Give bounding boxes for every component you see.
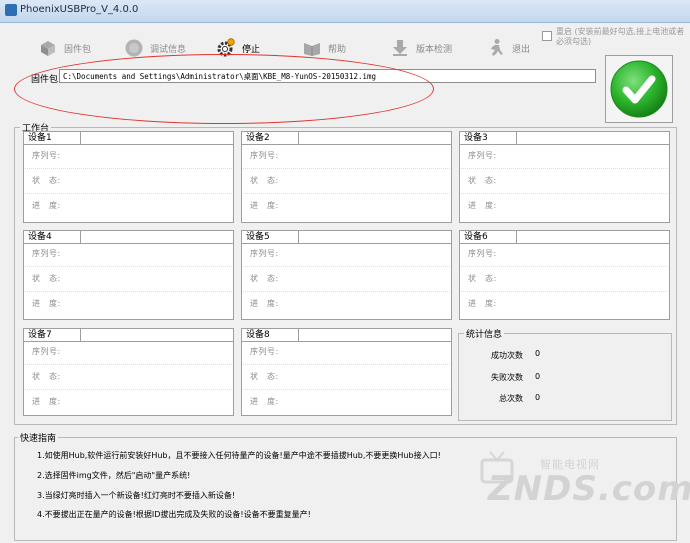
guide-line-1: 1.如使用Hub,软件运行前安装好Hub，且不要接入任何待量产的设备!量产中途不…	[37, 451, 441, 460]
guide-line-3: 3.当绿灯亮时插入一个新设备!红灯亮时不要插入新设备!	[37, 491, 236, 500]
title-bar: PhoenixUSBPro_V_4.0.0	[0, 0, 690, 23]
guide-line-2: 2.选择固件img文件，然后"启动"量产系统!	[37, 471, 191, 480]
success-count-value: 0	[535, 349, 541, 358]
firmware-package-icon	[41, 41, 55, 56]
toolbar-label: 退出	[512, 44, 531, 55]
progress-label: 进 度:	[32, 299, 61, 308]
status-label: 状 态:	[468, 274, 497, 283]
device-panel-3: 设备3 序列号: 状 态: 进 度:	[459, 131, 670, 223]
serial-label: 序列号:	[32, 151, 61, 160]
progress-label: 进 度:	[250, 397, 279, 406]
device-panel-1: 设备1 序列号: 状 态: 进 度:	[23, 131, 234, 223]
toolbar-label: 停止	[242, 44, 261, 55]
toolbar-label: 固件包	[64, 44, 92, 55]
status-label: 状 态:	[250, 274, 279, 283]
start-button[interactable]	[605, 55, 673, 123]
toolbar-version-button[interactable]: 版本检测	[390, 36, 452, 60]
progress-label: 进 度:	[468, 201, 497, 210]
progress-label: 进 度:	[32, 397, 61, 406]
success-count-label: 成功次数	[491, 351, 523, 360]
device-name: 设备3	[460, 132, 517, 144]
device-name: 设备2	[242, 132, 299, 144]
status-label: 状 态:	[250, 372, 279, 381]
quick-guide-title: 快速指南	[18, 431, 59, 444]
main-window: 固件包 调试信息 停止 帮助 版本检测 退出 重启 (安装前最好勾选,接上电池或…	[0, 23, 690, 543]
device-name: 设备5	[242, 231, 299, 243]
progress-label: 进 度:	[32, 201, 61, 210]
debug-info-icon	[125, 39, 143, 57]
toolbar-label: 版本检测	[416, 44, 453, 55]
device-panel-7: 设备7 序列号: 状 态: 进 度:	[23, 328, 234, 416]
toolbar-label: 调试信息	[150, 44, 187, 55]
highlight-ellipse	[14, 54, 434, 124]
toolbar-firmware-button[interactable]: 固件包	[38, 36, 91, 60]
device-panel-8: 设备8 序列号: 状 态: 进 度:	[241, 328, 452, 416]
serial-label: 序列号:	[468, 249, 497, 258]
device-name: 设备6	[460, 231, 517, 243]
statistics-title: 统计信息	[464, 327, 505, 340]
device-panel-5: 设备5 序列号: 状 态: 进 度:	[241, 230, 452, 320]
version-check-icon	[393, 40, 407, 56]
status-label: 状 态:	[468, 176, 497, 185]
device-name: 设备4	[24, 231, 81, 243]
fail-count-label: 失败次数	[491, 373, 523, 382]
serial-label: 序列号:	[250, 249, 279, 258]
device-panel-6: 设备6 序列号: 状 态: 进 度:	[459, 230, 670, 320]
progress-label: 进 度:	[468, 299, 497, 308]
reboot-checkbox-label: 重启 (安装前最好勾选,接上电池或者必须勾选)	[556, 27, 685, 46]
device-panel-4: 设备4 序列号: 状 态: 进 度:	[23, 230, 234, 320]
serial-label: 序列号:	[250, 347, 279, 356]
help-book-icon	[304, 43, 320, 56]
toolbar-label: 帮助	[328, 44, 347, 55]
progress-label: 进 度:	[250, 201, 279, 210]
device-panel-2: 设备2 序列号: 状 态: 进 度:	[241, 131, 452, 223]
total-count-label: 总次数	[499, 394, 523, 403]
green-checkmark-icon	[610, 60, 668, 118]
guide-line-4: 4.不要拔出正在量产的设备!根据ID拔出完成及失败的设备!设备不要重复量产!	[37, 510, 311, 519]
serial-label: 序列号:	[32, 347, 61, 356]
device-name: 设备1	[24, 132, 81, 144]
app-icon	[5, 4, 17, 16]
toolbar-exit-button[interactable]: 退出	[486, 36, 530, 60]
reboot-checkbox[interactable]	[542, 31, 552, 41]
watermark-text: ZNDS.com	[488, 469, 690, 509]
progress-label: 进 度:	[250, 299, 279, 308]
serial-label: 序列号:	[32, 249, 61, 258]
device-name: 设备7	[24, 329, 81, 341]
device-name: 设备8	[242, 329, 299, 341]
serial-label: 序列号:	[468, 151, 497, 160]
status-label: 状 态:	[250, 176, 279, 185]
status-label: 状 态:	[32, 372, 61, 381]
status-label: 状 态:	[32, 274, 61, 283]
window-title: PhoenixUSBPro_V_4.0.0	[20, 4, 139, 15]
total-count-value: 0	[535, 393, 541, 402]
exit-person-icon	[491, 39, 503, 56]
statistics-group: 统计信息 成功次数 0 失败次数 0 总次数 0	[458, 327, 672, 421]
serial-label: 序列号:	[250, 151, 279, 160]
fail-count-value: 0	[535, 372, 541, 381]
status-label: 状 态:	[32, 176, 61, 185]
